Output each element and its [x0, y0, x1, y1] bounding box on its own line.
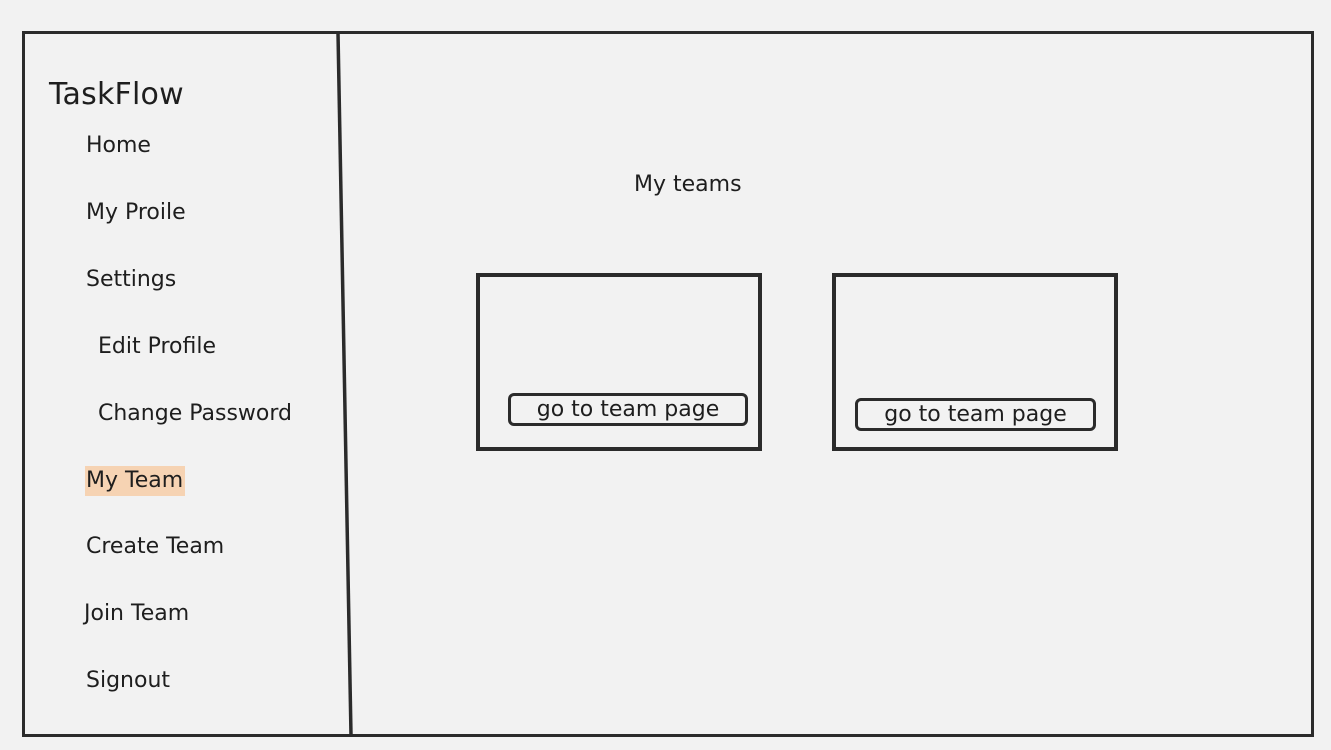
- sidebar-item-my-profile[interactable]: My Proile: [86, 198, 186, 228]
- team-card: go to team page: [832, 273, 1118, 451]
- sidebar-item-join-team[interactable]: Join Team: [84, 599, 189, 629]
- sidebar-item-settings[interactable]: Settings: [86, 265, 176, 295]
- team-card: go to team page: [476, 273, 762, 451]
- sidebar-item-create-team[interactable]: Create Team: [86, 532, 224, 562]
- sidebar-item-signout[interactable]: Signout: [86, 666, 170, 696]
- sidebar-item-change-password[interactable]: Change Password: [98, 399, 292, 429]
- sidebar-item-edit-profile[interactable]: Edit Profile: [98, 332, 216, 362]
- sidebar-item-home[interactable]: Home: [86, 131, 151, 161]
- go-to-team-page-button[interactable]: go to team page: [508, 393, 748, 426]
- go-to-team-page-button[interactable]: go to team page: [855, 398, 1096, 431]
- app-brand: TaskFlow: [49, 77, 184, 112]
- page-title: My teams: [634, 172, 742, 197]
- sidebar-item-my-team[interactable]: My Team: [85, 466, 186, 496]
